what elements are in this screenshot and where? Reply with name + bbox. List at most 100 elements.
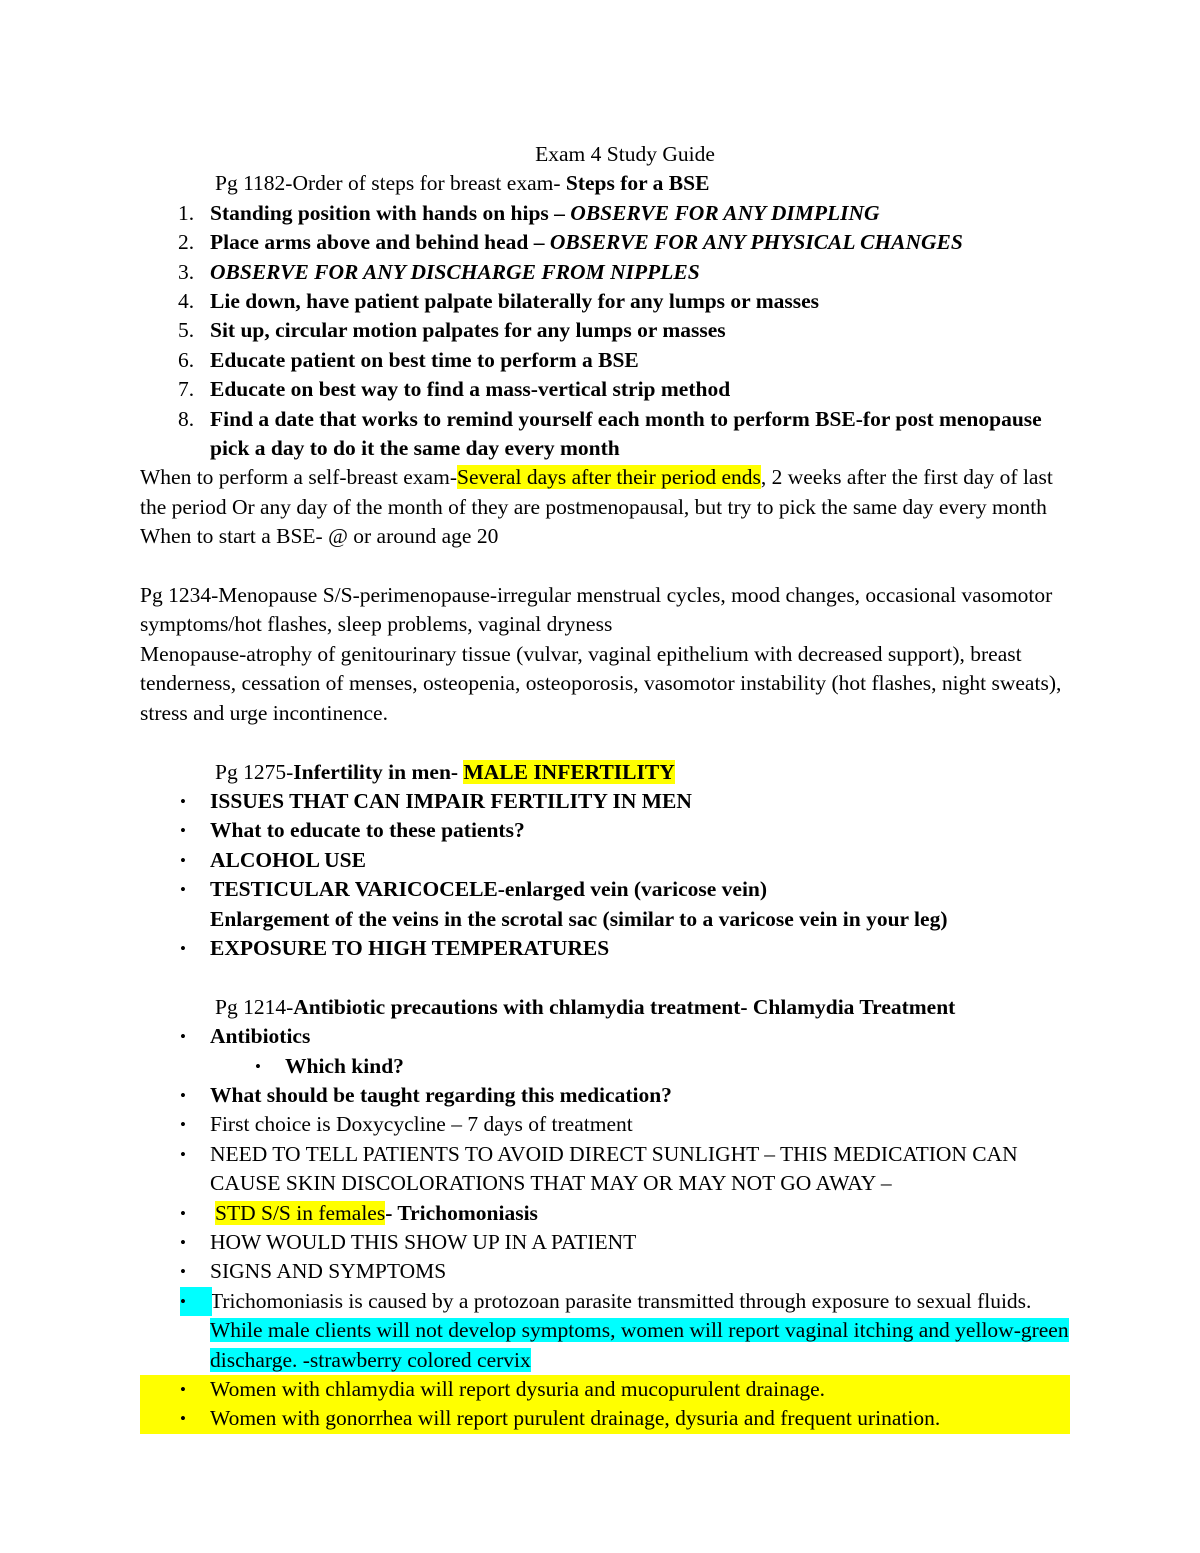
male-infertility-heading-prefix: Pg 1275- [215,759,294,784]
list-marker: 4. [178,289,195,314]
list-item-text: ALCOHOL USE [210,847,366,872]
male-infertility-bullets: • ISSUES THAT CAN IMPAIR FERTILITY IN ME… [140,787,1070,963]
step-bold-text: Standing position with hands on hips – [210,200,571,225]
male-infertility-heading-bold: Infertility in men- [293,759,464,784]
male-infertility-heading: Pg 1275-Infertility in men- MALE INFERTI… [140,758,1070,787]
list-marker: 1. [178,200,195,225]
bullet-icon: • [180,938,186,958]
list-item: 8. Find a date that works to remind your… [140,405,1070,464]
list-item: • NEED TO TELL PATIENTS TO AVOID DIRECT … [140,1140,1070,1199]
list-marker: 7. [178,377,195,402]
bullet-icon: • [180,1144,186,1164]
trichomoniasis-text-part2-highlight: While male clients will not develop symp… [210,1318,1069,1372]
list-item-text: What to educate to these patients? [210,818,525,843]
list-item-text: Standing position with hands on hips – O… [210,199,1070,228]
list-item: • TESTICULAR VARICOCELE-enlarged vein (v… [140,875,1070,934]
bullet-icon: • [180,1115,186,1135]
list-item: • ALCOHOL USE [140,846,1070,875]
bullet-icon: • [255,1056,261,1076]
bullet-icon: • [180,1262,186,1282]
chlamydia-heading-prefix: Pg 1214- [215,994,294,1019]
std-females-bullets: • HOW WOULD THIS SHOW UP IN A PATIENT • … [140,1228,1070,1434]
list-item-text: Educate patient on best time to perform … [210,346,1070,375]
list-item: • SIGNS AND SYMPTOMS [140,1257,1070,1286]
std-females-heading: STD S/S in females- Trichomoniasis [140,1199,1070,1228]
list-item-text: Women with chlamydia will report dysuria… [210,1377,826,1402]
list-item-text: Educate on best way to find a mass-verti… [210,375,1070,404]
trichomoniasis-text-part1: Trichomoniasis is caused by a protozoan … [210,1288,1032,1313]
list-item: • ISSUES THAT CAN IMPAIR FERTILITY IN ME… [140,787,1070,816]
chlamydia-bullets-continued: • What should be taught regarding this m… [140,1081,1070,1223]
list-item-text: HOW WOULD THIS SHOW UP IN A PATIENT [210,1229,637,1254]
list-item-text: Lie down, have patient palpate bilateral… [210,287,1070,316]
bullet-icon: • [180,1380,186,1400]
list-item-text: Antibiotics [210,1024,311,1049]
when-to-perform-paragraph: When to perform a self-breast exam-Sever… [140,463,1070,522]
list-item-text: TESTICULAR VARICOCELE-enlarged vein (var… [210,877,768,902]
std-females-heading-bold: - Trichomoniasis [385,1200,538,1225]
list-item: • Women with gonorrhea will report purul… [140,1404,1070,1434]
page-title: Exam 4 Study Guide [535,142,715,166]
list-item-text: SIGNS AND SYMPTOMS [210,1259,447,1284]
list-item: • HOW WOULD THIS SHOW UP IN A PATIENT [140,1228,1070,1257]
menopause-paragraph-2: Menopause-atrophy of genitourinary tissu… [140,641,1062,725]
step-bold-text: Lie down, have patient palpate bilateral… [210,289,820,314]
step-bold-text: Educate on best way to find a mass-verti… [210,377,731,402]
bse-heading-prefix: Pg 1182-Order of steps for breast exam- [215,171,566,196]
list-item: • What to educate to these patients? [140,816,1070,845]
list-item: • Trichomoniasis is caused by a protozoa… [140,1286,1070,1375]
list-item: • First choice is Doxycycline – 7 days o… [140,1110,1070,1139]
step-italic-text: OBSERVE FOR ANY DIMPLING [570,200,880,225]
chlamydia-bullets: • Antibiotics [140,1022,1070,1051]
list-marker: 8. [178,406,195,431]
bullet-icon: • [180,791,186,811]
list-item-text: Women with gonorrhea will report purulen… [210,1406,941,1431]
chlamydia-heading-bold: Antibiotic precautions with chlamydia tr… [293,994,956,1019]
list-item-text: ISSUES THAT CAN IMPAIR FERTILITY IN MEN [210,788,692,813]
step-italic-text: OBSERVE FOR ANY PHYSICAL CHANGES [549,230,963,255]
bullet-icon: • [180,850,186,870]
when-to-perform-highlight: Several days after their period ends [456,465,761,490]
list-item: 6. Educate patient on best time to perfo… [140,346,1070,375]
list-item-text: Trichomoniasis is caused by a protozoan … [210,1287,1070,1375]
chlamydia-sub-bullets: • Which kind? [140,1052,1070,1081]
list-item-text: What should be taught regarding this med… [210,1082,672,1107]
document-body: Exam 4 Study Guide Pg 1182-Order of step… [140,140,1070,1434]
bullet-icon: • [180,1286,212,1317]
list-marker: 2. [178,230,195,255]
list-item: 4. Lie down, have patient palpate bilate… [140,287,1070,316]
list-item: • EXPOSURE TO HIGH TEMPERATURES [140,934,1070,963]
bullet-icon: • [180,1203,186,1223]
list-item: 2. Place arms above and behind head – OB… [140,228,1070,257]
bullet-icon: • [180,1409,186,1429]
list-item-text: NEED TO TELL PATIENTS TO AVOID DIRECT SU… [210,1141,1018,1196]
male-infertility-heading-highlight: MALE INFERTILITY [463,759,675,784]
list-item: 5. Sit up, circular motion palpates for … [140,316,1070,345]
list-item-text: First choice is Doxycycline – 7 days of … [210,1112,633,1137]
list-marker: 5. [178,318,195,343]
bse-steps-list: 1. Standing position with hands on hips … [140,199,1070,464]
document-page: Exam 4 Study Guide Pg 1182-Order of step… [0,0,1200,1553]
step-italic-text: OBSERVE FOR ANY DISCHARGE FROM NIPPLES [210,259,700,284]
chlamydia-heading: Pg 1214-Antibiotic precautions with chla… [140,993,1070,1022]
list-marker: 3. [178,259,195,284]
list-item-text: OBSERVE FOR ANY DISCHARGE FROM NIPPLES [210,258,1070,287]
bse-heading-bold: Steps for a BSE [565,171,710,196]
bullet-icon: • [180,821,186,841]
list-item: • What should be taught regarding this m… [140,1081,1070,1110]
bullet-icon: • [180,880,186,900]
menopause-paragraph-1: Pg 1234-Menopause S/S-perimenopause-irre… [140,583,1053,637]
step-bold-text: Sit up, circular motion palpates for any… [210,318,726,343]
when-to-start-paragraph: When to start a BSE- @ or around age 20 [140,524,499,549]
bse-heading: Pg 1182-Order of steps for breast exam- … [140,169,1070,198]
step-bold-text: Educate patient on best time to perform … [210,347,639,372]
list-item: • Which kind? [215,1052,1070,1081]
bullet-icon: • [180,1027,186,1047]
list-item-text: Place arms above and behind head – OBSER… [210,228,1070,257]
when-to-perform-lead: When to perform a self-breast exam- [140,465,457,490]
list-item-text: EXPOSURE TO HIGH TEMPERATURES [210,935,610,960]
list-item: • Women with chlamydia will report dysur… [140,1375,1070,1405]
